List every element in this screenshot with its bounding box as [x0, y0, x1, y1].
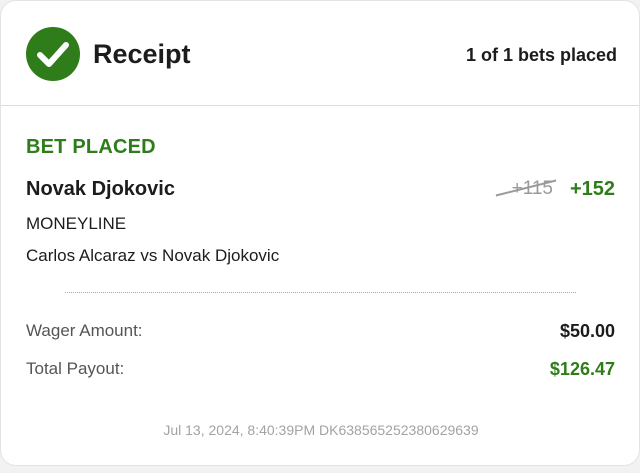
bet-timestamp-id: Jul 13, 2024, 8:40:39PM DK63856525238062… — [163, 422, 479, 438]
wager-amount-value: $50.00 — [559, 321, 615, 341]
bet-event: Carlos Alcaraz vs Novak Djokovic — [26, 246, 280, 265]
bet-status-label: BET PLACED — [26, 136, 156, 158]
boosted-odds: +152 — [569, 178, 615, 200]
receipt-card: Receipt 1 of 1 bets placed BET PLACED No… — [0, 0, 640, 466]
bet-market: MONEYLINE — [26, 214, 127, 233]
dotted-divider — [65, 292, 576, 293]
receipt-header: Receipt 1 of 1 bets placed — [1, 1, 639, 106]
wager-amount-label: Wager Amount: — [26, 321, 143, 340]
check-circle-icon — [26, 27, 80, 81]
page-title: Receipt — [93, 39, 191, 69]
total-payout-value: $126.47 — [549, 359, 615, 379]
bets-count-label: 1 of 1 bets placed — [465, 45, 617, 65]
total-payout-label: Total Payout: — [26, 359, 125, 378]
bet-selection: Novak Djokovic — [26, 178, 175, 200]
